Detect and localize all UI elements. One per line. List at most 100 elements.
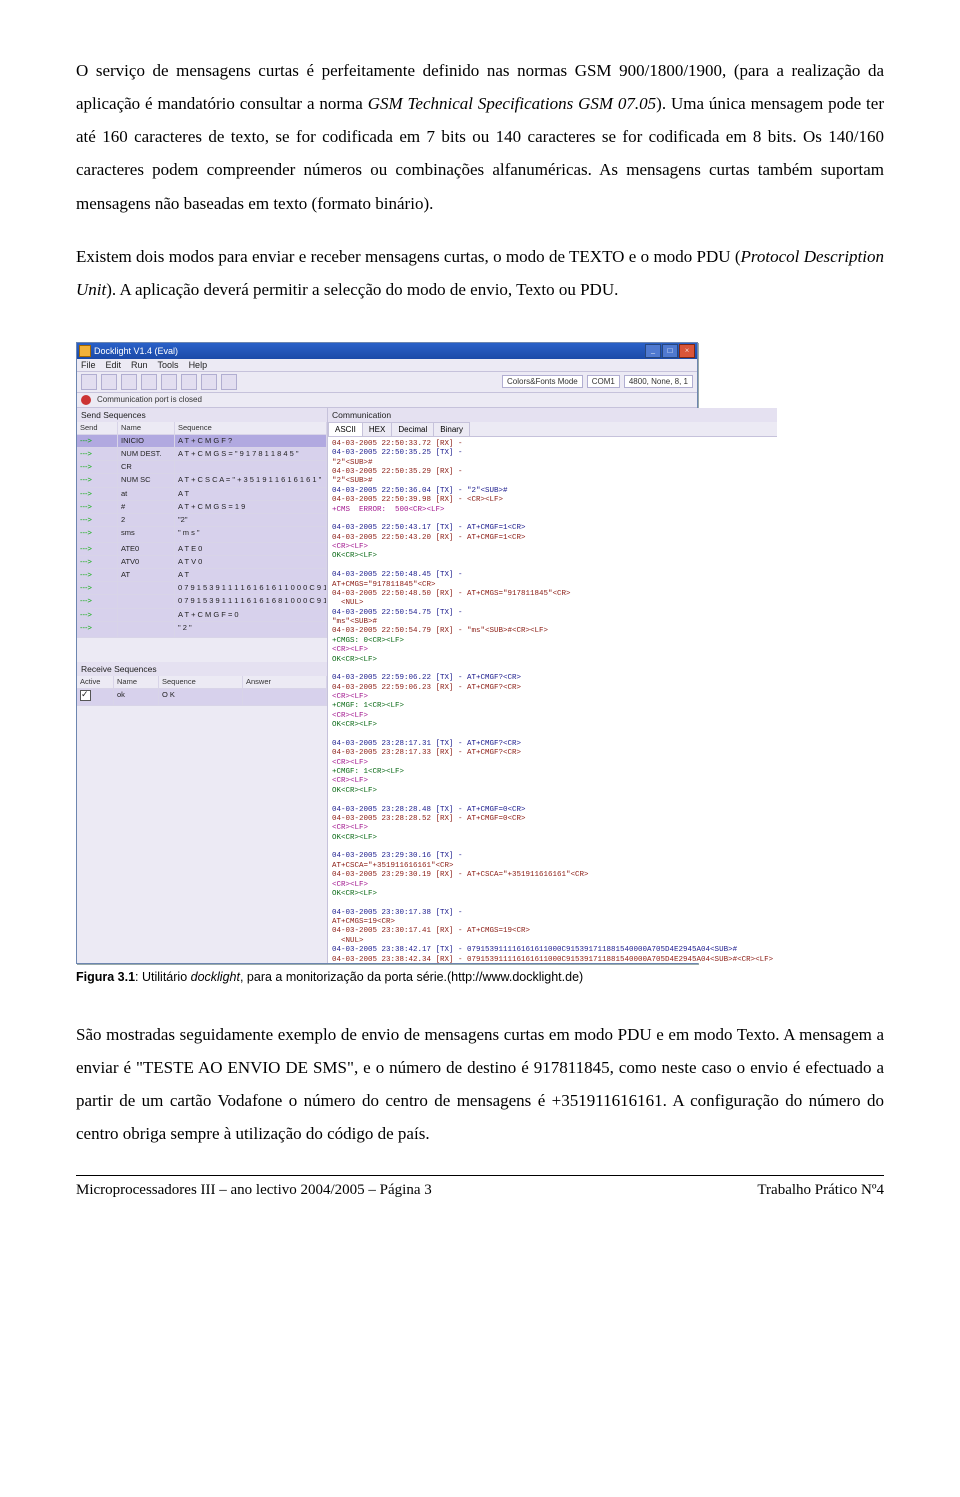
send-row[interactable]: ---> 2"2" — [77, 514, 327, 527]
send-arrow-icon[interactable]: ---> — [80, 528, 92, 537]
send-row-name — [118, 622, 175, 637]
maximize-button[interactable]: □ — [662, 344, 678, 358]
mode-field[interactable]: Colors&Fonts Mode — [502, 375, 583, 388]
send-row-seq: A T + C M G F = 0 — [175, 609, 327, 621]
p2-text-c: ). A aplicação deverá permitir a selecçã… — [106, 280, 618, 299]
send-arrow-icon[interactable]: ---> — [80, 475, 92, 484]
send-row-seq — [175, 461, 327, 473]
toolbar-button[interactable] — [161, 374, 177, 390]
send-arrow-icon[interactable]: ---> — [80, 449, 92, 458]
figure-screenshot: Docklight V1.4 (Eval) _ □ × File Edit Ru… — [76, 342, 884, 964]
menu-help[interactable]: Help — [189, 360, 208, 370]
recv-col-active: Active — [77, 676, 114, 688]
send-panel-title: Send Sequences — [77, 408, 327, 422]
tab-hex[interactable]: HEX — [362, 422, 392, 436]
send-col-send: Send — [77, 422, 118, 434]
send-row-seq: A T + C M G S = 1 9 — [175, 501, 327, 513]
send-row[interactable]: --->" 2 " — [77, 622, 327, 638]
send-row[interactable]: ---> ATV0A T V 0 — [77, 556, 327, 569]
minimize-button[interactable]: _ — [645, 344, 661, 358]
send-arrow-icon[interactable]: ---> — [80, 557, 92, 566]
tab-decimal[interactable]: Decimal — [391, 422, 434, 436]
status-text: Communication port is closed — [97, 395, 202, 405]
send-row[interactable]: ---> NUM SCA T + C S C A = " + 3 5 1 9 1 … — [77, 474, 327, 487]
menu-run[interactable]: Run — [131, 360, 148, 370]
recv-row-seq: O K — [159, 689, 243, 705]
send-row-seq: 0 7 9 1 5 3 9 1 1 1 1 6 1 6 1 6 1 1 0 0 … — [175, 582, 327, 594]
paragraph-2: Existem dois modos para enviar e receber… — [76, 240, 884, 306]
toolbar-button[interactable] — [201, 374, 217, 390]
toolbar-button[interactable] — [221, 374, 237, 390]
send-arrow-icon[interactable]: ---> — [80, 544, 92, 553]
send-row-name: NUM DEST. — [118, 448, 175, 460]
figure-caption-c: , para a monitorização da porta série.(h… — [240, 970, 583, 984]
send-row-seq: "2" — [175, 514, 327, 526]
com-field[interactable]: COM1 — [587, 375, 620, 388]
send-arrow-icon[interactable]: ---> — [80, 596, 92, 605]
send-row-seq: A T V 0 — [175, 556, 327, 568]
send-grid: Send Name Sequence --->INICIOA T + C M G… — [77, 422, 327, 638]
recv-panel-title: Receive Sequences — [77, 662, 327, 676]
menu-edit[interactable]: Edit — [106, 360, 122, 370]
menubar: File Edit Run Tools Help — [77, 359, 697, 372]
send-row[interactable]: ---> A T + C M G F = 0 — [77, 609, 327, 622]
send-arrow-icon[interactable]: ---> — [80, 610, 92, 619]
send-arrow-icon[interactable]: ---> — [80, 489, 92, 498]
close-button[interactable]: × — [679, 344, 695, 358]
paragraph-1: O serviço de mensagens curtas é perfeita… — [76, 54, 884, 220]
send-row[interactable]: ---> INICIOA T + C M G F ? — [77, 435, 327, 448]
send-row[interactable]: --->ATE0A T E 0 — [77, 543, 327, 556]
send-row-seq: " m s " — [175, 527, 327, 542]
send-row-seq: A T + C M G F ? — [175, 435, 327, 447]
send-row-name: NUM SC — [118, 474, 175, 486]
send-row[interactable]: ---> CR — [77, 461, 327, 474]
status-icon — [81, 395, 91, 405]
footer-rule — [76, 1175, 884, 1176]
send-arrow-icon[interactable]: ---> — [80, 502, 92, 511]
send-row-name: AT — [118, 569, 175, 581]
send-row-name — [118, 582, 175, 594]
tab-ascii[interactable]: ASCII — [328, 422, 363, 436]
send-arrow-icon[interactable]: ---> — [80, 623, 92, 632]
send-col-seq: Sequence — [175, 422, 327, 434]
toolbar-button[interactable] — [141, 374, 157, 390]
page-footer: Microprocessadores III – ano lectivo 200… — [76, 1182, 884, 1199]
send-arrow-icon[interactable]: ---> — [80, 570, 92, 579]
settings-field[interactable]: 4800, None, 8, 1 — [624, 375, 693, 388]
paragraph-3: São mostradas seguidamente exemplo de en… — [76, 1018, 884, 1151]
figure-caption-i: docklight — [191, 970, 240, 984]
send-row[interactable]: ---> 0 7 9 1 5 3 9 1 1 1 1 6 1 6 1 6 1 1 … — [77, 582, 327, 595]
menu-file[interactable]: File — [81, 360, 96, 370]
active-checkbox[interactable] — [80, 690, 91, 701]
send-row-name — [118, 595, 175, 607]
send-row[interactable]: --->sms" m s " — [77, 527, 327, 543]
send-row-seq: A T E 0 — [175, 543, 327, 555]
send-arrow-icon[interactable]: ---> — [80, 436, 92, 445]
send-row-name: 2 — [118, 514, 175, 526]
tab-binary[interactable]: Binary — [433, 422, 470, 436]
menu-tools[interactable]: Tools — [158, 360, 179, 370]
recv-grid: Active Name Sequence Answer okO K — [77, 676, 327, 706]
send-row[interactable]: --->0 7 9 1 5 3 9 1 1 1 1 6 1 6 1 6 8 1 … — [77, 595, 327, 608]
send-row-name: ATV0 — [118, 556, 175, 568]
send-arrow-icon[interactable]: ---> — [80, 515, 92, 524]
send-row-name: CR — [118, 461, 175, 473]
toolbar-button[interactable] — [81, 374, 97, 390]
send-arrow-icon[interactable]: ---> — [80, 583, 92, 592]
toolbar-button[interactable] — [101, 374, 117, 390]
toolbar: Colors&Fonts Mode COM1 4800, None, 8, 1 — [77, 372, 697, 393]
toolbar-button[interactable] — [121, 374, 137, 390]
send-row[interactable]: --->atA T — [77, 488, 327, 501]
send-row[interactable]: --->ATA T — [77, 569, 327, 582]
send-arrow-icon[interactable]: ---> — [80, 462, 92, 471]
recv-row[interactable]: okO K — [77, 689, 327, 706]
toolbar-button[interactable] — [181, 374, 197, 390]
console-log[interactable]: 04-03-2005 22:50:33.72 [RX] - 04-03-2005… — [328, 437, 777, 963]
send-row-seq: A T + C S C A = " + 3 5 1 9 1 1 6 1 6 1 … — [175, 474, 327, 486]
send-row[interactable]: ---> #A T + C M G S = 1 9 — [77, 501, 327, 514]
send-row-name: INICIO — [118, 435, 175, 447]
comm-panel-title: Communication — [328, 408, 777, 422]
send-row-name: # — [118, 501, 175, 513]
p2-text-a: Existem dois modos para enviar e receber… — [76, 247, 741, 266]
send-row[interactable]: --->NUM DEST.A T + C M G S = " 9 1 7 8 1… — [77, 448, 327, 461]
